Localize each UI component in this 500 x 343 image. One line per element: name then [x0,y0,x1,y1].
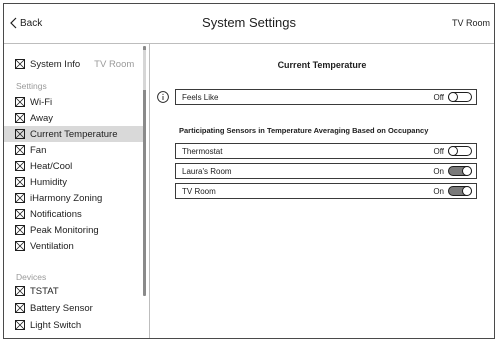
sidebar-item-room: TV Room [94,58,135,70]
sidebar-item-notifications[interactable]: Notifications [4,206,144,222]
info-icon[interactable] [157,91,169,103]
checkbox-icon [15,225,25,235]
sidebar-item-light-switch[interactable]: Light Switch [4,317,144,333]
toggle-knob [448,146,458,156]
sidebar-item-label: Away [30,112,54,124]
sidebar-item-heat-cool[interactable]: Heat/Cool [4,158,144,174]
sidebar-item-humidity[interactable]: Humidity [4,174,144,190]
checkbox-icon [15,193,25,203]
setting-label: TV Room [182,186,216,196]
thermostat-toggle[interactable] [448,146,472,156]
checkbox-icon [15,129,25,139]
setting-state: Off [433,92,444,102]
checkbox-icon [15,320,25,330]
checkbox-icon [15,303,25,313]
sidebar-item-label: Heat/Cool [30,160,73,172]
setting-label: Thermostat [182,146,223,156]
sidebar-item-label: Battery Sensor [30,302,93,314]
sidebar-item-system-info[interactable]: System Info TV Room [4,56,144,72]
checkbox-icon [15,97,25,107]
toggle-knob [462,186,472,196]
chevron-left-icon [10,17,17,29]
devices-section-heading: Devices [16,272,47,282]
feels-like-setting[interactable]: Feels Like Off [175,89,477,105]
sensors-heading: Participating Sensors in Temperature Ave… [179,126,429,135]
checkbox-icon [15,145,25,155]
sidebar: System Info TV Room Settings Wi-Fi Away … [4,44,144,338]
checkbox-icon [15,177,25,187]
sidebar-item-battery-sensor[interactable]: Battery Sensor [4,300,144,316]
checkbox-icon [15,59,25,69]
checkbox-icon [15,209,25,219]
sidebar-item-label: Peak Monitoring [30,224,99,236]
sidebar-item-label: Current Temperature [30,128,118,140]
feels-like-toggle[interactable] [448,92,472,102]
setting-state: On [433,166,444,176]
lauras-room-toggle[interactable] [448,166,472,176]
sensor-row-tv-room[interactable]: TV Room On [175,183,477,199]
sidebar-item-peak-monitoring[interactable]: Peak Monitoring [4,222,144,238]
sidebar-item-label: TSTAT [30,285,59,297]
checkbox-icon [15,241,25,251]
sidebar-item-label: Fan [30,144,47,156]
sensor-row-lauras-room[interactable]: Laura's Room On [175,163,477,179]
app-window: Back System Settings TV Room System Info… [3,3,495,339]
setting-label: Laura's Room [182,166,232,176]
setting-state: Off [433,146,444,156]
top-bar: Back System Settings TV Room [4,4,494,44]
back-label: Back [20,17,43,29]
toggle-knob [448,92,458,102]
sensor-row-thermostat[interactable]: Thermostat Off [175,143,477,159]
sidebar-item-label: iHarmony Zoning [30,192,103,204]
sidebar-item-away[interactable]: Away [4,110,144,126]
toggle-knob [462,166,472,176]
sidebar-item-wifi[interactable]: Wi-Fi [4,94,144,110]
sidebar-item-ventilation[interactable]: Ventilation [4,238,144,254]
page-title: System Settings [202,15,296,30]
main-panel: Current Temperature Feels Like Off Parti… [149,44,494,338]
sidebar-item-label: Ventilation [30,240,74,252]
sidebar-item-label: Notifications [30,208,82,220]
sidebar-item-tstat[interactable]: TSTAT [4,283,144,299]
sidebar-item-label: Humidity [30,176,67,188]
checkbox-icon [15,113,25,123]
sidebar-item-iharmony-zoning[interactable]: iHarmony Zoning [4,190,144,206]
settings-section-heading: Settings [16,81,47,91]
tv-room-toggle[interactable] [448,186,472,196]
sidebar-item-current-temperature[interactable]: Current Temperature [4,126,144,142]
back-button[interactable]: Back [10,17,42,29]
setting-state: On [433,186,444,196]
checkbox-icon [15,161,25,171]
sidebar-item-label: System Info [30,58,81,70]
sidebar-item-fan[interactable]: Fan [4,142,144,158]
checkbox-icon [15,286,25,296]
room-name: TV Room [451,18,490,28]
sidebar-item-label: Light Switch [30,319,82,331]
section-title: Current Temperature [277,60,367,70]
sidebar-item-label: Wi-Fi [30,96,53,108]
setting-label: Feels Like [182,92,219,102]
sidebar-scrollbar-thumb[interactable] [143,50,146,90]
